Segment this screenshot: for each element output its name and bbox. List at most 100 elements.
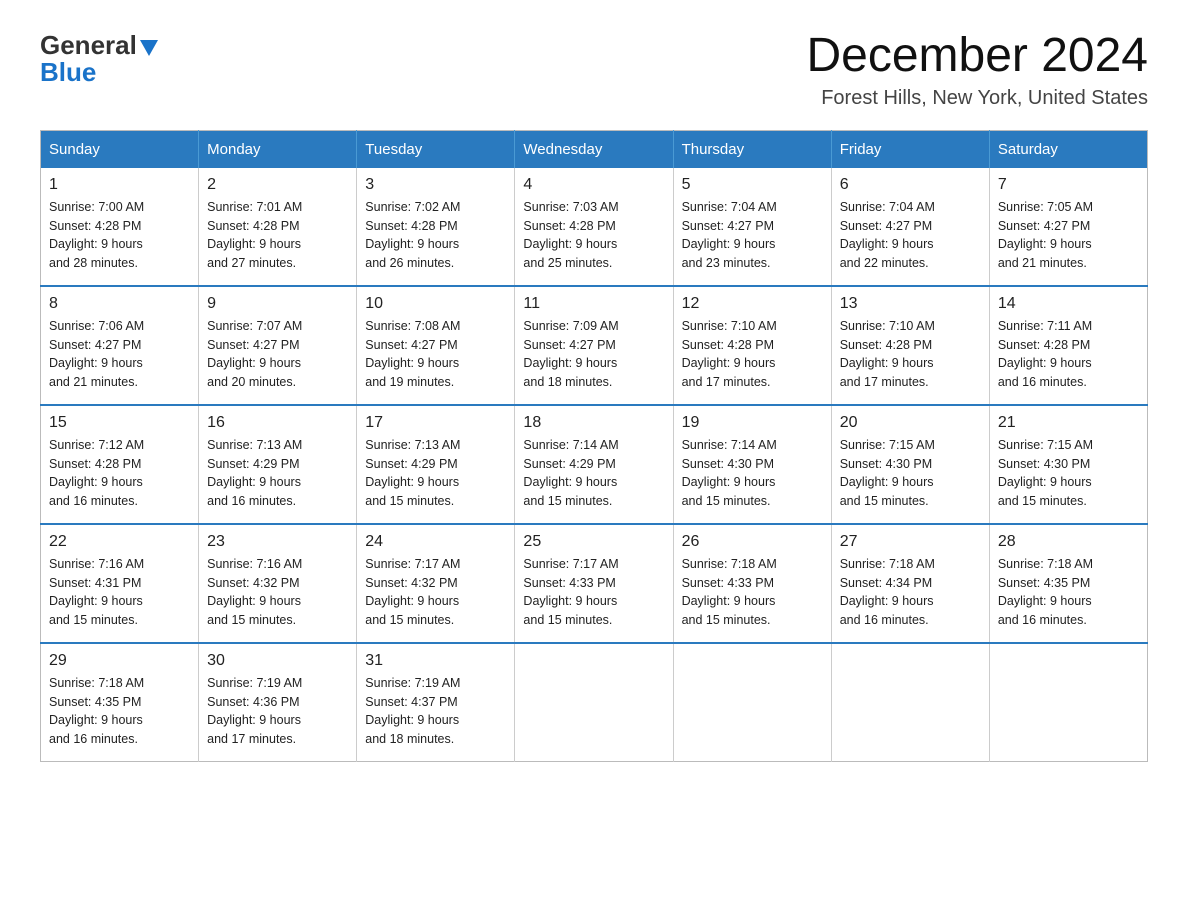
day-number: 29 (49, 652, 190, 670)
calendar-cell: 28 Sunrise: 7:18 AM Sunset: 4:35 PM Dayl… (989, 524, 1147, 643)
calendar-cell: 16 Sunrise: 7:13 AM Sunset: 4:29 PM Dayl… (199, 405, 357, 524)
day-info: Sunrise: 7:13 AM Sunset: 4:29 PM Dayligh… (365, 436, 506, 511)
calendar-week-3: 15 Sunrise: 7:12 AM Sunset: 4:28 PM Dayl… (41, 405, 1148, 524)
day-number: 15 (49, 414, 190, 432)
calendar-cell: 24 Sunrise: 7:17 AM Sunset: 4:32 PM Dayl… (357, 524, 515, 643)
day-info: Sunrise: 7:19 AM Sunset: 4:37 PM Dayligh… (365, 674, 506, 749)
calendar-cell: 7 Sunrise: 7:05 AM Sunset: 4:27 PM Dayli… (989, 168, 1147, 286)
day-info: Sunrise: 7:18 AM Sunset: 4:35 PM Dayligh… (998, 555, 1139, 630)
day-number: 17 (365, 414, 506, 432)
calendar-week-1: 1 Sunrise: 7:00 AM Sunset: 4:28 PM Dayli… (41, 168, 1148, 286)
day-info: Sunrise: 7:02 AM Sunset: 4:28 PM Dayligh… (365, 198, 506, 273)
day-info: Sunrise: 7:15 AM Sunset: 4:30 PM Dayligh… (998, 436, 1139, 511)
calendar-cell: 26 Sunrise: 7:18 AM Sunset: 4:33 PM Dayl… (673, 524, 831, 643)
day-number: 10 (365, 295, 506, 313)
calendar-cell: 2 Sunrise: 7:01 AM Sunset: 4:28 PM Dayli… (199, 168, 357, 286)
day-info: Sunrise: 7:04 AM Sunset: 4:27 PM Dayligh… (682, 198, 823, 273)
day-number: 25 (523, 533, 664, 551)
day-info: Sunrise: 7:04 AM Sunset: 4:27 PM Dayligh… (840, 198, 981, 273)
day-number: 30 (207, 652, 348, 670)
calendar-cell: 12 Sunrise: 7:10 AM Sunset: 4:28 PM Dayl… (673, 286, 831, 405)
calendar-cell: 4 Sunrise: 7:03 AM Sunset: 4:28 PM Dayli… (515, 168, 673, 286)
day-info: Sunrise: 7:15 AM Sunset: 4:30 PM Dayligh… (840, 436, 981, 511)
calendar-cell: 27 Sunrise: 7:18 AM Sunset: 4:34 PM Dayl… (831, 524, 989, 643)
calendar-cell (515, 643, 673, 762)
calendar-cell: 17 Sunrise: 7:13 AM Sunset: 4:29 PM Dayl… (357, 405, 515, 524)
calendar-cell: 19 Sunrise: 7:14 AM Sunset: 4:30 PM Dayl… (673, 405, 831, 524)
day-header-monday: Monday (199, 130, 357, 168)
day-number: 8 (49, 295, 190, 313)
day-info: Sunrise: 7:18 AM Sunset: 4:35 PM Dayligh… (49, 674, 190, 749)
day-number: 21 (998, 414, 1139, 432)
day-info: Sunrise: 7:12 AM Sunset: 4:28 PM Dayligh… (49, 436, 190, 511)
calendar-week-2: 8 Sunrise: 7:06 AM Sunset: 4:27 PM Dayli… (41, 286, 1148, 405)
logo: General Blue (40, 30, 158, 88)
calendar-cell: 14 Sunrise: 7:11 AM Sunset: 4:28 PM Dayl… (989, 286, 1147, 405)
calendar-cell: 13 Sunrise: 7:10 AM Sunset: 4:28 PM Dayl… (831, 286, 989, 405)
calendar-cell: 3 Sunrise: 7:02 AM Sunset: 4:28 PM Dayli… (357, 168, 515, 286)
calendar-cell: 20 Sunrise: 7:15 AM Sunset: 4:30 PM Dayl… (831, 405, 989, 524)
month-title: December 2024 (806, 30, 1148, 83)
day-number: 26 (682, 533, 823, 551)
calendar-cell: 10 Sunrise: 7:08 AM Sunset: 4:27 PM Dayl… (357, 286, 515, 405)
day-number: 19 (682, 414, 823, 432)
calendar-cell (831, 643, 989, 762)
calendar-week-4: 22 Sunrise: 7:16 AM Sunset: 4:31 PM Dayl… (41, 524, 1148, 643)
day-number: 6 (840, 176, 981, 194)
day-number: 9 (207, 295, 348, 313)
day-info: Sunrise: 7:13 AM Sunset: 4:29 PM Dayligh… (207, 436, 348, 511)
day-header-saturday: Saturday (989, 130, 1147, 168)
day-info: Sunrise: 7:16 AM Sunset: 4:31 PM Dayligh… (49, 555, 190, 630)
calendar-cell: 18 Sunrise: 7:14 AM Sunset: 4:29 PM Dayl… (515, 405, 673, 524)
day-number: 5 (682, 176, 823, 194)
calendar-cell: 15 Sunrise: 7:12 AM Sunset: 4:28 PM Dayl… (41, 405, 199, 524)
day-number: 28 (998, 533, 1139, 551)
calendar-header-row: SundayMondayTuesdayWednesdayThursdayFrid… (41, 130, 1148, 168)
day-number: 2 (207, 176, 348, 194)
day-info: Sunrise: 7:08 AM Sunset: 4:27 PM Dayligh… (365, 317, 506, 392)
day-info: Sunrise: 7:09 AM Sunset: 4:27 PM Dayligh… (523, 317, 664, 392)
day-info: Sunrise: 7:14 AM Sunset: 4:29 PM Dayligh… (523, 436, 664, 511)
day-number: 18 (523, 414, 664, 432)
day-number: 3 (365, 176, 506, 194)
calendar-cell: 9 Sunrise: 7:07 AM Sunset: 4:27 PM Dayli… (199, 286, 357, 405)
day-info: Sunrise: 7:17 AM Sunset: 4:32 PM Dayligh… (365, 555, 506, 630)
day-number: 22 (49, 533, 190, 551)
day-number: 4 (523, 176, 664, 194)
day-number: 14 (998, 295, 1139, 313)
logo-triangle-icon (140, 40, 158, 56)
logo-blue: Blue (40, 57, 96, 88)
day-number: 16 (207, 414, 348, 432)
title-section: December 2024 Forest Hills, New York, Un… (806, 30, 1148, 110)
day-info: Sunrise: 7:05 AM Sunset: 4:27 PM Dayligh… (998, 198, 1139, 273)
calendar-table: SundayMondayTuesdayWednesdayThursdayFrid… (40, 130, 1148, 762)
calendar-cell (673, 643, 831, 762)
calendar-cell: 21 Sunrise: 7:15 AM Sunset: 4:30 PM Dayl… (989, 405, 1147, 524)
day-header-tuesday: Tuesday (357, 130, 515, 168)
day-header-wednesday: Wednesday (515, 130, 673, 168)
calendar-cell: 25 Sunrise: 7:17 AM Sunset: 4:33 PM Dayl… (515, 524, 673, 643)
day-info: Sunrise: 7:10 AM Sunset: 4:28 PM Dayligh… (682, 317, 823, 392)
calendar-cell: 5 Sunrise: 7:04 AM Sunset: 4:27 PM Dayli… (673, 168, 831, 286)
calendar-cell: 11 Sunrise: 7:09 AM Sunset: 4:27 PM Dayl… (515, 286, 673, 405)
day-info: Sunrise: 7:14 AM Sunset: 4:30 PM Dayligh… (682, 436, 823, 511)
calendar-cell: 8 Sunrise: 7:06 AM Sunset: 4:27 PM Dayli… (41, 286, 199, 405)
day-info: Sunrise: 7:16 AM Sunset: 4:32 PM Dayligh… (207, 555, 348, 630)
day-info: Sunrise: 7:07 AM Sunset: 4:27 PM Dayligh… (207, 317, 348, 392)
day-header-thursday: Thursday (673, 130, 831, 168)
day-info: Sunrise: 7:01 AM Sunset: 4:28 PM Dayligh… (207, 198, 348, 273)
calendar-cell: 22 Sunrise: 7:16 AM Sunset: 4:31 PM Dayl… (41, 524, 199, 643)
day-info: Sunrise: 7:06 AM Sunset: 4:27 PM Dayligh… (49, 317, 190, 392)
calendar-cell: 23 Sunrise: 7:16 AM Sunset: 4:32 PM Dayl… (199, 524, 357, 643)
day-info: Sunrise: 7:11 AM Sunset: 4:28 PM Dayligh… (998, 317, 1139, 392)
day-info: Sunrise: 7:17 AM Sunset: 4:33 PM Dayligh… (523, 555, 664, 630)
day-info: Sunrise: 7:18 AM Sunset: 4:33 PM Dayligh… (682, 555, 823, 630)
day-info: Sunrise: 7:00 AM Sunset: 4:28 PM Dayligh… (49, 198, 190, 273)
day-info: Sunrise: 7:10 AM Sunset: 4:28 PM Dayligh… (840, 317, 981, 392)
day-number: 23 (207, 533, 348, 551)
day-number: 20 (840, 414, 981, 432)
page-header: General Blue December 2024 Forest Hills,… (40, 30, 1148, 110)
day-number: 11 (523, 295, 664, 313)
calendar-cell: 31 Sunrise: 7:19 AM Sunset: 4:37 PM Dayl… (357, 643, 515, 762)
day-number: 27 (840, 533, 981, 551)
